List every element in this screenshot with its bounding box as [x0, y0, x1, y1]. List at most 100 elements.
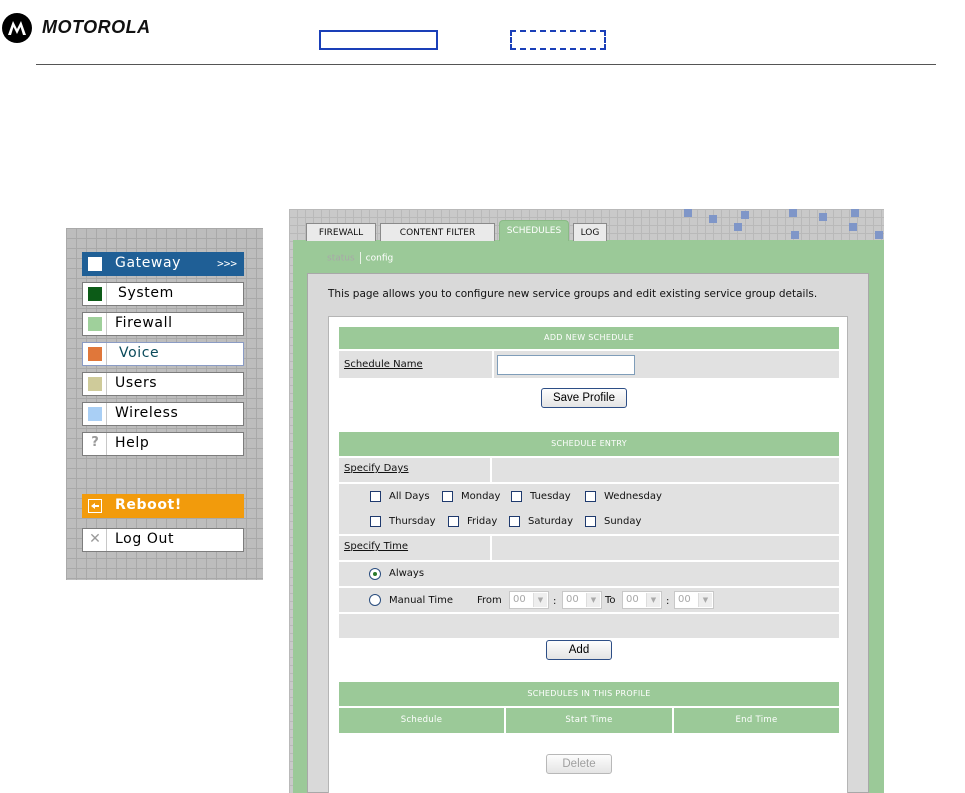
from-hour-select[interactable]: 00 ▼ — [509, 591, 549, 609]
close-icon: ✕ — [89, 531, 101, 547]
to-hour-value: 00 — [626, 594, 639, 605]
nav-item-gateway[interactable]: Gateway >>> — [82, 252, 244, 276]
row-divider — [492, 351, 494, 378]
nav-item-voice[interactable]: Voice — [82, 342, 244, 366]
from-minute-value: 00 — [566, 594, 579, 605]
checkbox-tuesday[interactable] — [511, 491, 522, 502]
decor-square — [851, 209, 859, 217]
nav-item-system[interactable]: System — [82, 282, 244, 306]
decor-square — [819, 213, 827, 221]
nav-label: System — [118, 285, 174, 301]
to-label: To — [605, 595, 616, 606]
checkbox-saturday[interactable] — [509, 516, 520, 527]
decor-square — [709, 215, 717, 223]
save-profile-button[interactable]: Save Profile — [541, 388, 627, 408]
checkbox-thursday[interactable] — [370, 516, 381, 527]
tab-firewall[interactable]: FIREWALL — [306, 223, 376, 241]
specify-days-label: Specify Days — [344, 463, 409, 474]
system-square-icon — [88, 287, 102, 301]
intro-text: This page allows you to configure new se… — [328, 288, 818, 300]
schedule-entry-header: SCHEDULE ENTRY — [339, 432, 839, 456]
header-divider — [36, 64, 936, 65]
subnav-separator — [359, 252, 361, 264]
delete-button[interactable]: Delete — [546, 754, 612, 774]
checkbox-friday[interactable] — [448, 516, 459, 527]
tab-log[interactable]: LOG — [573, 223, 607, 241]
tab-schedules[interactable]: SCHEDULES — [499, 220, 569, 241]
tuesday-label: Tuesday — [530, 491, 571, 502]
schedule-name-row: Schedule Name — [339, 351, 839, 378]
decor-square — [791, 231, 799, 239]
manual-time-row: Manual Time From 00 ▼ : 00 ▼ To 00 ▼ : 00 ▼ — [339, 588, 839, 612]
schedule-form: ADD NEW SCHEDULE Schedule Name Save Prof… — [328, 316, 848, 793]
header-placeholder-box — [319, 30, 438, 50]
decor-square — [849, 223, 857, 231]
thursday-label: Thursday — [389, 516, 436, 527]
motorola-logo-icon — [2, 13, 32, 43]
sunday-label: Sunday — [604, 516, 642, 527]
nav-item-firewall[interactable]: Firewall — [82, 312, 244, 336]
add-button[interactable]: Add — [546, 640, 612, 660]
column-schedule: Schedule — [400, 715, 443, 725]
content-box: This page allows you to configure new se… — [307, 273, 869, 793]
nav-item-reboot[interactable]: Reboot! — [82, 494, 244, 518]
to-hour-select[interactable]: 00 ▼ — [622, 591, 662, 609]
to-minute-select[interactable]: 00 ▼ — [674, 591, 714, 609]
nav-item-divider — [106, 283, 107, 305]
chevron-down-icon: ▼ — [586, 593, 600, 607]
nav-label: Help — [115, 435, 150, 451]
subnav-config-link[interactable]: config — [366, 254, 394, 264]
radio-manual-time[interactable] — [369, 594, 381, 606]
nav-label: Gateway — [115, 255, 182, 271]
schedules-in-profile-header: SCHEDULES IN THIS PROFILE — [339, 682, 839, 706]
chevron-down-icon: ▼ — [698, 593, 712, 607]
spacer-row — [339, 614, 839, 638]
row-divider — [490, 536, 492, 560]
from-minute-select[interactable]: 00 ▼ — [562, 591, 602, 609]
chevrons-right-icon: >>> — [217, 257, 237, 270]
users-square-icon — [88, 377, 102, 391]
schedule-name-label: Schedule Name — [344, 359, 423, 370]
schedules-panel: FIREWALL CONTENT FILTER SCHEDULES LOG st… — [289, 209, 884, 793]
nav-item-divider — [106, 529, 107, 551]
schedule-name-input[interactable] — [497, 355, 635, 375]
colon-separator: : — [553, 596, 557, 607]
nav-item-help[interactable]: ? Help — [82, 432, 244, 456]
nav-label: Wireless — [115, 405, 179, 421]
radio-always[interactable] — [369, 568, 381, 580]
subnav: status config — [327, 252, 393, 264]
always-label: Always — [389, 568, 425, 579]
specify-days-row: Specify Days — [339, 458, 839, 482]
subnav-status-link[interactable]: status — [327, 254, 355, 264]
nav-item-users[interactable]: Users — [82, 372, 244, 396]
tab-content-filter[interactable]: CONTENT FILTER — [380, 223, 495, 241]
voice-square-icon — [88, 347, 102, 361]
friday-label: Friday — [467, 516, 498, 527]
checkbox-sunday[interactable] — [585, 516, 596, 527]
left-navigation: Gateway >>> System Firewall Voice Users … — [66, 228, 263, 580]
nav-label: Users — [115, 375, 158, 391]
checkbox-monday[interactable] — [442, 491, 453, 502]
checkbox-all-days[interactable] — [370, 491, 381, 502]
wireless-square-icon — [88, 407, 102, 421]
decor-square — [684, 209, 692, 217]
colon-separator: : — [666, 596, 670, 607]
manual-time-label: Manual Time — [389, 595, 453, 606]
nav-label: Firewall — [115, 315, 173, 331]
nav-label: Voice — [119, 345, 160, 361]
decor-square — [741, 211, 749, 219]
brand-name: MOTOROLA — [42, 17, 151, 37]
firewall-square-icon — [88, 317, 102, 331]
saturday-label: Saturday — [528, 516, 574, 527]
decor-square — [789, 209, 797, 217]
gateway-square-icon — [88, 257, 102, 271]
nav-item-logout[interactable]: ✕ Log Out — [82, 528, 244, 552]
days-selection-row: All Days Monday Tuesday Wednesday Thursd… — [339, 484, 839, 534]
checkbox-wednesday[interactable] — [585, 491, 596, 502]
nav-label: Log Out — [115, 531, 175, 547]
nav-label: Reboot! — [115, 497, 182, 513]
row-divider — [490, 458, 492, 482]
to-minute-value: 00 — [678, 594, 691, 605]
nav-item-wireless[interactable]: Wireless — [82, 402, 244, 426]
chevron-down-icon: ▼ — [533, 593, 547, 607]
